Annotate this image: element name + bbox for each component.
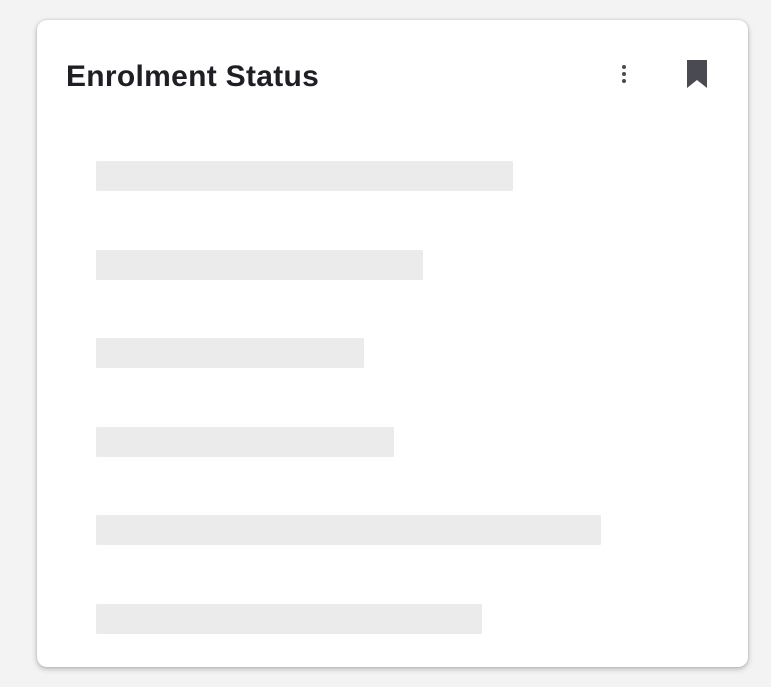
more-vert-icon-dot — [622, 72, 626, 76]
skeleton-bar — [96, 161, 513, 191]
skeleton-bar — [96, 515, 601, 545]
bookmark-button[interactable] — [683, 58, 711, 90]
more-options-button[interactable] — [612, 58, 636, 90]
bookmark-icon — [687, 60, 707, 88]
card-title: Enrolment Status — [66, 60, 320, 93]
enrolment-status-card: Enrolment Status — [37, 20, 748, 667]
skeleton-bar — [96, 250, 423, 280]
skeleton-bar — [96, 427, 394, 457]
more-vert-icon-dot — [622, 65, 626, 69]
skeleton-bar — [96, 604, 482, 634]
page-background: Enrolment Status — [0, 0, 771, 687]
skeleton-bar — [96, 338, 364, 368]
more-vert-icon-dot — [622, 79, 626, 83]
